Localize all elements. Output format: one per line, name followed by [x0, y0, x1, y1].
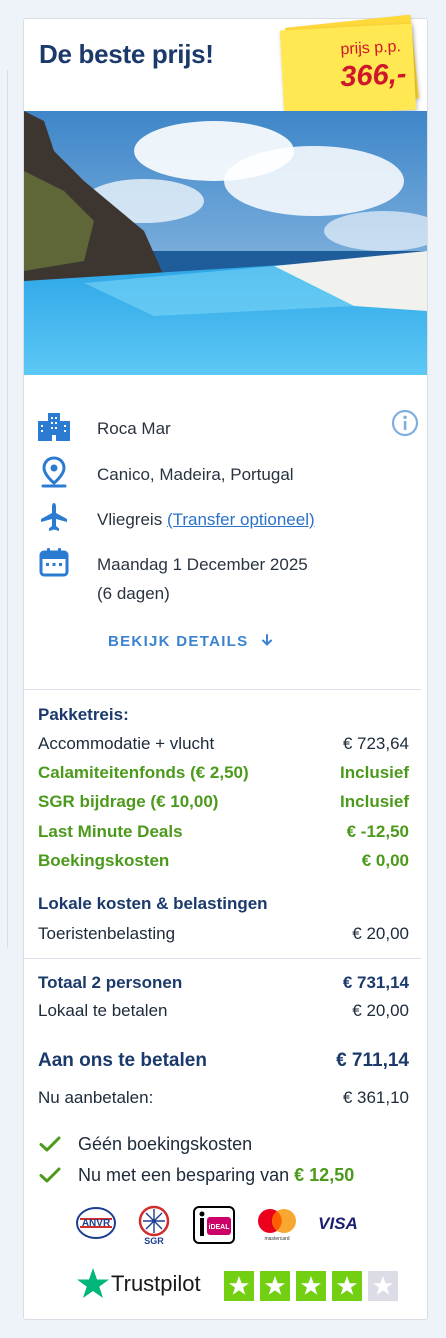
- payment-logos: ANVR SGR iDEAL mastercard VISA: [76, 1205, 366, 1246]
- usp-saving-text: Nu met een besparing van € 12,50: [78, 1161, 354, 1189]
- pay-us-value: € 711,14: [336, 1050, 409, 1071]
- trustpilot-wordmark: Trustpilot: [111, 1271, 201, 1296]
- hotel-name-row: Roca Mar: [37, 409, 417, 443]
- view-details-label: BEKIJK DETAILS: [108, 633, 249, 650]
- hotel-building-icon: [38, 413, 70, 441]
- departure-date: Maandag 1 December 2025: [97, 555, 308, 574]
- trustpilot-star-filled: [224, 1271, 254, 1301]
- tourist-tax-value: € 20,00: [352, 924, 409, 943]
- trustpilot-rating[interactable]: Trustpilot: [76, 1267, 416, 1305]
- date-row: Maandag 1 December 2025 (6 dagen): [37, 545, 417, 611]
- deposit-row: Nu aanbetalen: € 361,10: [38, 1086, 409, 1110]
- price-row-label: Calamiteitenfonds (€ 2,50): [38, 763, 249, 782]
- checkmark-icon: [39, 1167, 61, 1183]
- package-heading-row: Pakketreis:: [38, 703, 409, 727]
- price-row-calamity-fund: Calamiteitenfonds (€ 2,50) Inclusief: [38, 761, 409, 785]
- saving-amount: € 12,50: [294, 1165, 355, 1185]
- hotel-location: Canico, Madeira, Portugal: [97, 465, 294, 484]
- ideal-logo-text: iDEAL: [209, 1224, 231, 1231]
- price-sticker: prijs p.p. 366,-: [279, 23, 417, 117]
- checkmark-icon: [39, 1136, 61, 1152]
- local-pay-value: € 20,00: [352, 1001, 409, 1020]
- anvr-logo: ANVR: [76, 1207, 116, 1239]
- trustpilot-star-filled: [332, 1271, 362, 1301]
- trustpilot-star-empty: [368, 1271, 398, 1301]
- card-title: De beste prijs!: [39, 39, 214, 69]
- mastercard-logo-text: mastercard: [264, 1236, 289, 1242]
- divider: [24, 689, 421, 690]
- price-row-accommodation: Accommodatie + vlucht € 723,64: [38, 732, 409, 756]
- price-label: prijs p.p.: [340, 38, 402, 59]
- info-icon[interactable]: [391, 409, 419, 437]
- sgr-logo: SGR: [138, 1205, 170, 1246]
- price-row-value: Inclusief: [340, 763, 409, 782]
- price-row-last-minute: Last Minute Deals € -12,50: [38, 820, 409, 844]
- total-value: € 731,14: [342, 973, 409, 992]
- saving-text: Nu met een besparing van: [78, 1165, 290, 1185]
- airplane-icon: [41, 503, 67, 531]
- hotel-name: Roca Mar: [97, 419, 171, 438]
- ideal-logo: iDEAL: [193, 1206, 235, 1244]
- travel-type-row: Vliegreis (Transfer optioneel): [37, 500, 417, 534]
- location-row: Canico, Madeira, Portugal: [37, 455, 417, 489]
- tourist-tax-label: Toeristenbelasting: [38, 924, 176, 943]
- view-details-button[interactable]: BEKIJK DETAILS: [108, 633, 274, 650]
- location-pin-icon: [41, 456, 67, 488]
- travel-type: Vliegreis: [97, 510, 163, 529]
- price-row-label: Boekingskosten: [38, 851, 170, 870]
- local-pay-row: Lokaal te betalen € 20,00: [38, 999, 409, 1023]
- price-row-value: € 0,00: [361, 851, 409, 870]
- visa-logo: VISA: [318, 1214, 358, 1233]
- travel-dates: Maandag 1 December 2025 (6 dagen): [97, 550, 308, 608]
- trustpilot-star-filled: [260, 1271, 290, 1301]
- total-label: Totaal 2 personen: [38, 973, 183, 992]
- anvr-logo-text: ANVR: [82, 1218, 111, 1229]
- price-row-sgr: SGR bijdrage (€ 10,00) Inclusief: [38, 790, 409, 814]
- trip-duration: (6 dagen): [97, 584, 170, 603]
- pay-us-label: Aan ons te betalen: [38, 1050, 207, 1071]
- price-row-value: € -12,50: [346, 822, 409, 841]
- price-row-label: Accommodatie + vlucht: [38, 734, 215, 753]
- package-heading: Pakketreis:: [38, 705, 129, 724]
- travel-type-line: Vliegreis (Transfer optioneel): [97, 505, 315, 534]
- total-row: Totaal 2 personen € 731,14: [38, 971, 409, 995]
- price-row-value: Inclusief: [340, 792, 409, 811]
- local-costs-heading-row: Lokale kosten & belastingen: [38, 892, 409, 916]
- local-pay-label: Lokaal te betalen: [38, 1001, 168, 1020]
- side-panel-edge: [0, 70, 8, 948]
- deposit-label: Nu aanbetalen:: [38, 1088, 154, 1107]
- hotel-photo[interactable]: [24, 111, 427, 375]
- trustpilot-stars: [224, 1271, 414, 1301]
- tourist-tax-row: Toeristenbelasting € 20,00: [38, 922, 409, 946]
- mastercard-logo: mastercard: [258, 1209, 296, 1242]
- transfer-optional-link[interactable]: (Transfer optioneel): [167, 510, 315, 529]
- visa-logo-text: VISA: [318, 1214, 358, 1233]
- arrow-down-icon: [261, 634, 272, 646]
- calendar-icon: [39, 548, 69, 577]
- offer-card: De beste prijs! prijs p.p. 366,- Roca Ma…: [23, 14, 428, 1320]
- divider: [24, 958, 421, 959]
- price-row-label: Last Minute Deals: [38, 822, 183, 841]
- price-row-value: € 723,64: [342, 734, 409, 753]
- price-row-booking-fee: Boekingskosten € 0,00: [38, 849, 409, 873]
- deposit-value: € 361,10: [342, 1088, 409, 1107]
- pay-us-row: Aan ons te betalen € 711,14: [38, 1049, 409, 1073]
- local-costs-heading: Lokale kosten & belastingen: [38, 894, 268, 913]
- price-row-label: SGR bijdrage (€ 10,00): [38, 792, 219, 811]
- usp-no-fees-text: Géén boekingskosten: [78, 1134, 253, 1154]
- trustpilot-star-filled: [296, 1271, 326, 1301]
- price-amount: 366,-: [339, 57, 408, 94]
- sgr-logo-text: SGR: [144, 1236, 164, 1245]
- trustpilot-star-icon: [77, 1268, 109, 1298]
